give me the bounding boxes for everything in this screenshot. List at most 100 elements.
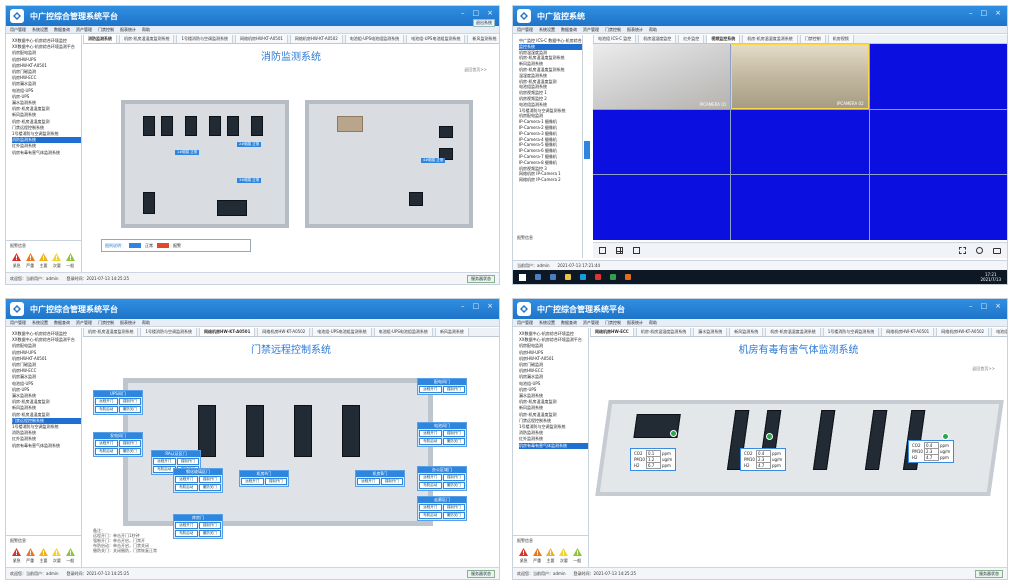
video-tile-empty[interactable] bbox=[869, 109, 1007, 175]
door-action-button[interactable]: 远程开门 bbox=[357, 478, 380, 485]
alarm-level[interactable]: 主要 bbox=[38, 253, 48, 269]
door-action-button[interactable]: 布防启动 bbox=[419, 512, 442, 519]
task-view-icon[interactable] bbox=[550, 274, 556, 280]
snapshot-icon[interactable] bbox=[993, 247, 1001, 254]
menu-item-help[interactable]: 帮助 bbox=[142, 320, 150, 326]
close-icon[interactable]: × bbox=[995, 302, 1001, 310]
menu-item-help[interactable]: 帮助 bbox=[649, 27, 657, 33]
door-action-button[interactable]: 远程开门 bbox=[419, 430, 442, 437]
door-action-button[interactable]: 布防启动 bbox=[419, 438, 442, 445]
app-icon[interactable] bbox=[610, 274, 616, 280]
layout-2x2-icon[interactable] bbox=[616, 247, 623, 254]
door-action-button[interactable]: 强制开门 bbox=[442, 504, 465, 511]
alarm-level[interactable]: 紧急 bbox=[12, 548, 22, 564]
minimize-icon[interactable]: – bbox=[969, 9, 973, 17]
door-action-button[interactable]: 撤防关门 bbox=[442, 438, 465, 445]
close-icon[interactable]: × bbox=[487, 9, 493, 17]
menu-item-query[interactable]: 数据查询 bbox=[561, 320, 577, 326]
door-action-button[interactable]: 撤防关门 bbox=[118, 448, 141, 455]
tab-item[interactable]: 网络机房HW-KT-A0501 bbox=[199, 328, 256, 336]
video-tile-empty[interactable] bbox=[731, 109, 869, 175]
tab-item[interactable]: 1号楼消防与空调监测系统 bbox=[140, 328, 197, 336]
tree-item[interactable]: 中广监控 ICS-C 数据中心-机房综合 bbox=[519, 38, 582, 44]
tab-item[interactable]: 网络机房HW-KT-A0501 bbox=[235, 35, 288, 43]
tab-item[interactable]: 1号楼消防与空调监测系统 bbox=[176, 35, 233, 43]
gas-sensor-marker[interactable] bbox=[942, 433, 949, 440]
menu-item-settings[interactable]: 系统设置 bbox=[32, 320, 48, 326]
maximize-icon[interactable]: □ bbox=[473, 9, 480, 17]
menu-item-assets[interactable]: 资产管理 bbox=[583, 27, 599, 33]
menu-item-door[interactable]: 门禁控制 bbox=[605, 320, 621, 326]
door-action-button[interactable]: 布防启动 bbox=[175, 530, 198, 537]
door-action-button[interactable]: 远程开门 bbox=[419, 386, 442, 393]
fullscreen-icon[interactable] bbox=[959, 247, 966, 254]
app-icon[interactable] bbox=[595, 274, 601, 280]
tree-item[interactable]: 机房有毒有害气体监测系统 bbox=[12, 443, 81, 449]
gas-sensor-marker[interactable] bbox=[766, 433, 773, 440]
video-tile-camera-1[interactable]: IPCAMERA 01 bbox=[593, 44, 731, 109]
menu-item-help[interactable]: 帮助 bbox=[649, 320, 657, 326]
alarm-level[interactable]: 一般 bbox=[572, 548, 582, 564]
menu-item-users[interactable]: 用户管理 bbox=[10, 27, 26, 33]
search-icon[interactable] bbox=[535, 274, 541, 280]
door-action-button[interactable]: 强制开门 bbox=[264, 478, 287, 485]
tab-item[interactable]: 视频监控系统 bbox=[706, 35, 741, 43]
tab-item[interactable]: 新风监测系统 bbox=[467, 35, 499, 43]
door-action-button[interactable]: 远程开门 bbox=[95, 440, 118, 447]
alarm-level[interactable]: 主要 bbox=[38, 548, 48, 564]
door-action-button[interactable]: 布防启动 bbox=[419, 482, 442, 489]
tab-item[interactable]: 机房-机房温湿度监测系统 bbox=[83, 328, 139, 336]
door-action-button[interactable]: 撤防关门 bbox=[442, 512, 465, 519]
video-tile-empty[interactable] bbox=[869, 175, 1007, 240]
door-action-button[interactable]: 强制开门 bbox=[442, 474, 465, 481]
menu-item-reports[interactable]: 报表统计 bbox=[627, 27, 643, 33]
layout-3x3-icon[interactable] bbox=[633, 247, 640, 254]
menu-item-query[interactable]: 数据查询 bbox=[54, 320, 70, 326]
browser-icon[interactable] bbox=[580, 274, 586, 280]
video-tile-empty[interactable] bbox=[593, 109, 731, 175]
menu-item-users[interactable]: 用户管理 bbox=[10, 320, 26, 326]
tree-item[interactable]: 机房有毒有害气体监测系统 bbox=[12, 150, 81, 156]
menu-item-assets[interactable]: 资产管理 bbox=[583, 320, 599, 326]
record-icon[interactable] bbox=[976, 247, 983, 254]
video-tile-camera-2[interactable]: IPCAMERA 02 bbox=[731, 44, 869, 109]
alarm-level[interactable]: 严重 bbox=[25, 548, 35, 564]
door-action-button[interactable]: 强制开门 bbox=[198, 476, 221, 483]
menu-item-reports[interactable]: 报表统计 bbox=[120, 320, 136, 326]
door-action-button[interactable]: 布防启动 bbox=[175, 484, 198, 491]
explorer-icon[interactable] bbox=[565, 274, 571, 280]
video-tile-empty[interactable] bbox=[869, 44, 1007, 109]
maximize-icon[interactable]: □ bbox=[473, 302, 480, 310]
tab-item[interactable]: 机房-机房温湿度监测系统 bbox=[119, 35, 175, 43]
video-tile-empty[interactable] bbox=[731, 175, 869, 240]
tab-item[interactable]: 消防监测系统 bbox=[83, 35, 117, 43]
tab-item[interactable]: 网络机房HW-KT-A0502 bbox=[257, 328, 311, 336]
tree-item[interactable]: 机房有毒有害气体监测系统 bbox=[519, 442, 588, 449]
tab-item[interactable]: 新风监测系统 bbox=[729, 328, 764, 336]
door-action-button[interactable]: 撤防关门 bbox=[198, 484, 221, 491]
layout-1x1-icon[interactable] bbox=[599, 247, 606, 254]
tab-item[interactable]: 网络机房HW-KT-A0502 bbox=[289, 35, 343, 43]
menu-item-assets[interactable]: 资产管理 bbox=[76, 320, 92, 326]
smoke-sensor-badge[interactable]: 3#烟感 正常 bbox=[237, 178, 262, 183]
gas-sensor-marker[interactable] bbox=[670, 430, 677, 437]
minimize-icon[interactable]: – bbox=[969, 302, 973, 310]
menu-item-query[interactable]: 数据查询 bbox=[561, 27, 577, 33]
tab-item[interactable]: 漏水监测系统 bbox=[693, 328, 728, 336]
door-action-button[interactable]: 强制开门 bbox=[118, 398, 141, 405]
menu-item-assets[interactable]: 资产管理 bbox=[76, 27, 92, 33]
menu-item-door[interactable]: 门禁控制 bbox=[98, 27, 114, 33]
alarm-level[interactable]: 严重 bbox=[532, 548, 542, 564]
door-action-button[interactable]: 远程开门 bbox=[419, 474, 442, 481]
menu-item-door[interactable]: 门禁控制 bbox=[605, 27, 621, 33]
menu-item-reports[interactable]: 报表统计 bbox=[627, 320, 643, 326]
door-action-button[interactable]: 远程开门 bbox=[95, 398, 118, 405]
alarm-level[interactable]: 次要 bbox=[52, 548, 62, 564]
tab-item[interactable]: 电池组-UPS电池组监测系统 bbox=[373, 328, 433, 336]
maximize-icon[interactable]: □ bbox=[981, 302, 988, 310]
alarm-level[interactable]: 紧急 bbox=[519, 548, 529, 564]
door-action-button[interactable]: 布防启动 bbox=[95, 448, 118, 455]
menu-item-help[interactable]: 帮助 bbox=[142, 27, 150, 33]
alarm-level[interactable]: 次要 bbox=[52, 253, 62, 269]
tree-item[interactable]: 网络机房 IP-Camera 2 bbox=[519, 177, 582, 183]
